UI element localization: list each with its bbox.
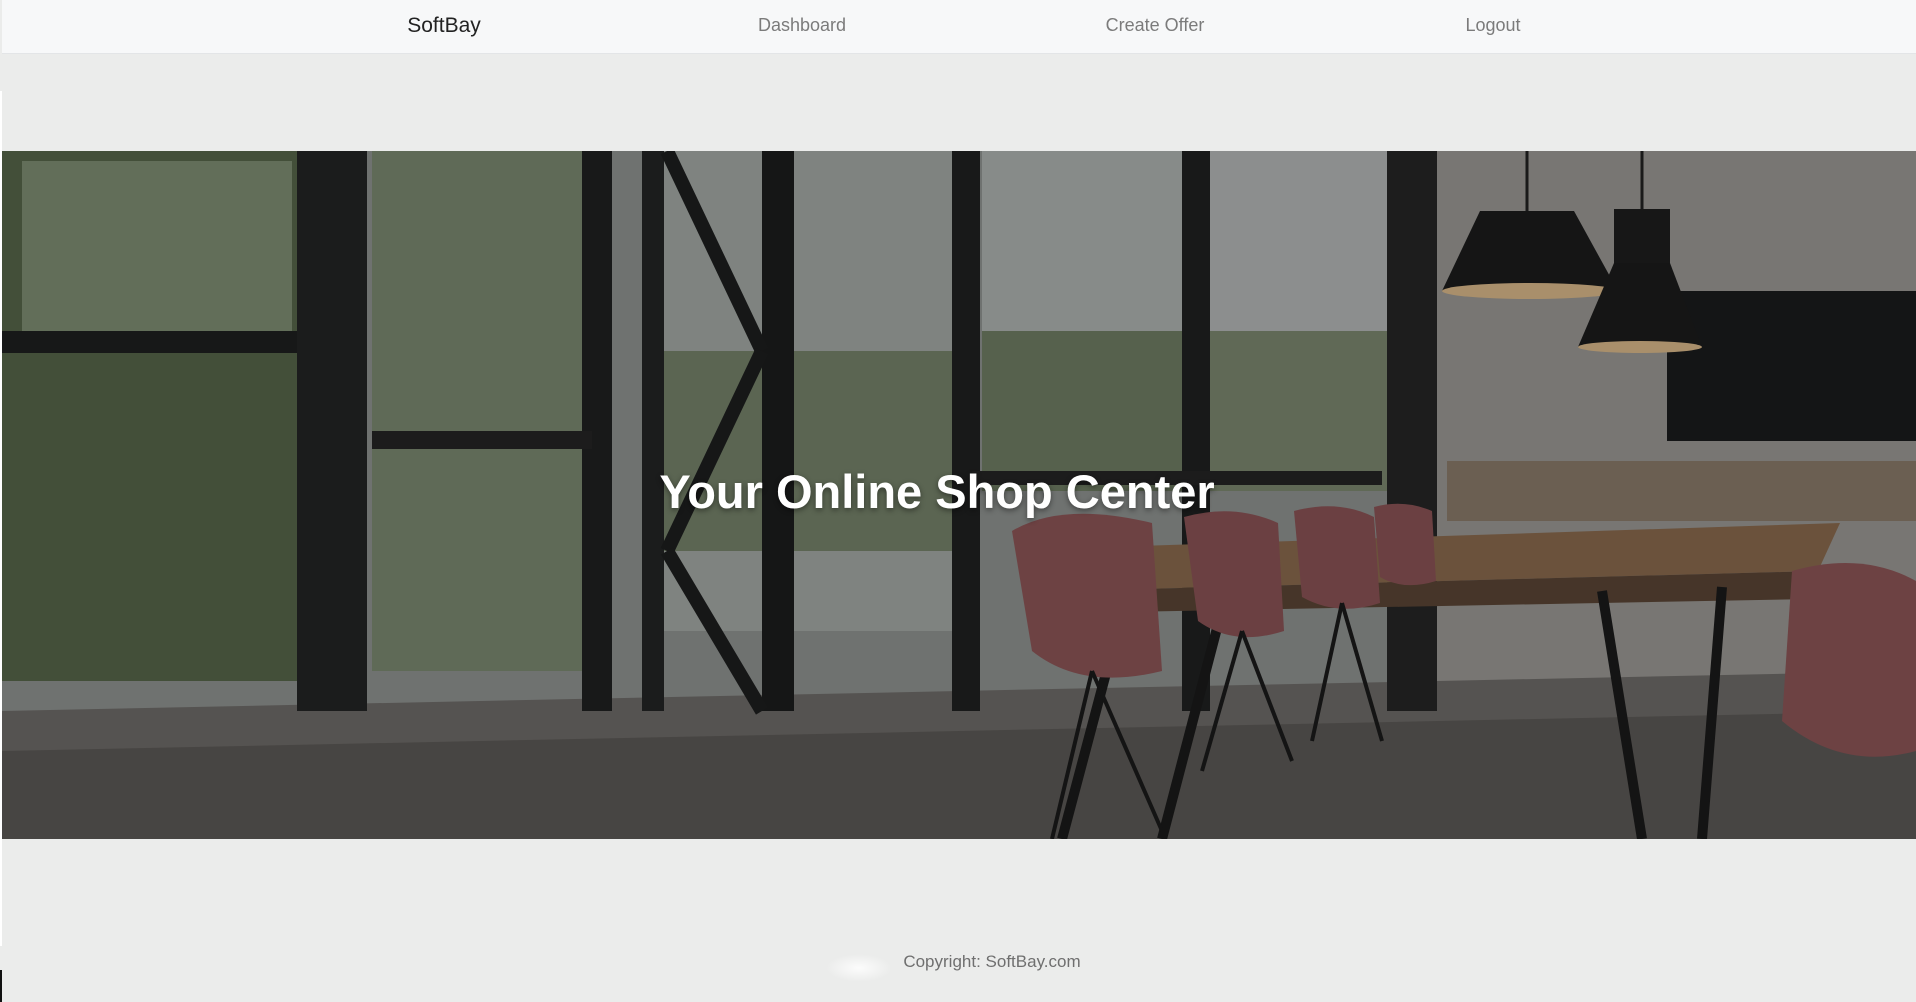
page-footer: Copyright: SoftBay.com [0, 952, 1916, 982]
nav-dashboard-link[interactable]: Dashboard [758, 0, 846, 54]
hero-title-text: Your Online Shop Center [659, 465, 1215, 518]
brand-link[interactable]: SoftBay [407, 0, 481, 54]
nav-logout-link[interactable]: Logout [1465, 0, 1520, 54]
hero-banner: Your Online Shop Center [2, 151, 1916, 839]
top-navbar: SoftBay Dashboard Create Offer Logout [2, 0, 1916, 54]
footer-copyright: Copyright: SoftBay.com [903, 952, 1081, 971]
nav-create-offer-link[interactable]: Create Offer [1106, 0, 1205, 54]
hero-title: Your Online Shop Center [2, 464, 1916, 519]
